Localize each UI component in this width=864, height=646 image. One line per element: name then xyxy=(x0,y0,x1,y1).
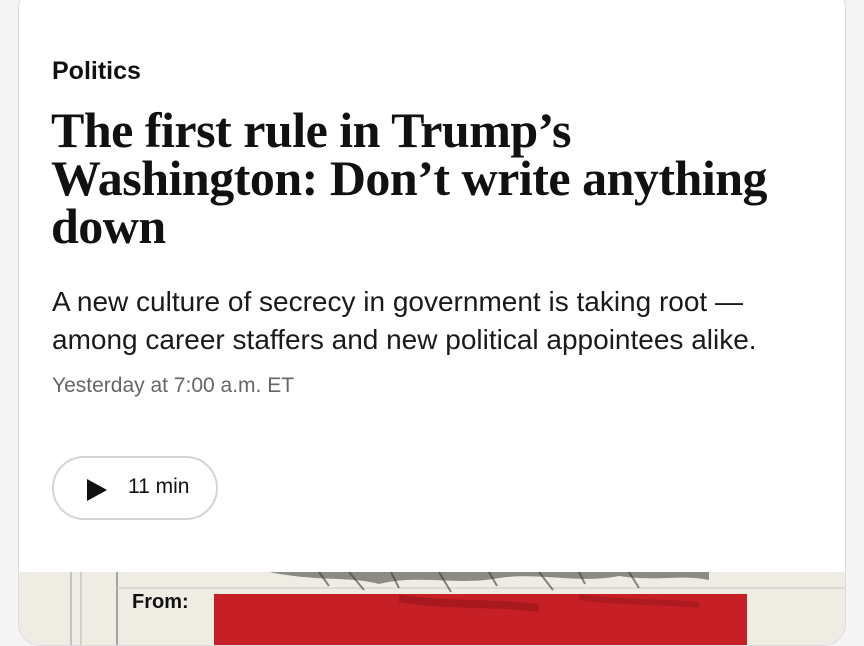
play-icon xyxy=(87,479,107,501)
audio-duration: 11 min xyxy=(128,475,190,498)
memo-from-label: From: xyxy=(132,591,189,613)
article-timestamp: Yesterday at 7:00 a.m. ET xyxy=(52,374,295,397)
listen-audio-button[interactable]: 11 min xyxy=(52,456,218,520)
article-headline[interactable]: The first rule in Trump’s Washington: Do… xyxy=(51,105,821,251)
lead-image[interactable]: From: xyxy=(19,572,845,645)
section-label[interactable]: Politics xyxy=(52,57,141,86)
article-dek: A new culture of secrecy in government i… xyxy=(52,286,757,355)
article-card[interactable]: Politics The first rule in Trump’s Washi… xyxy=(18,0,846,646)
